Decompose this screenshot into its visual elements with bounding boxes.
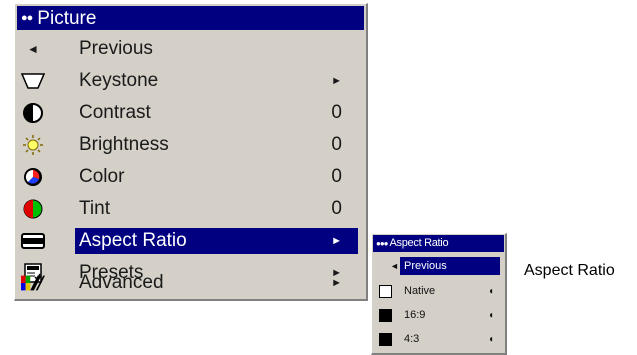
radio-icon[interactable]: ◖ — [488, 280, 494, 303]
menu-item-label: Advanced — [79, 272, 164, 293]
menu-item-keystone[interactable]: Keystone ► — [17, 66, 364, 96]
menu-item-previous[interactable]: ◄ Previous — [17, 34, 364, 64]
submenu-item-label: 16:9 — [404, 309, 426, 321]
menu-title: ●● Picture — [17, 6, 364, 30]
menu-item-label: Color — [79, 166, 125, 187]
menu-item-label: Brightness — [79, 134, 169, 155]
submenu-dots-icon: ●●● — [376, 239, 388, 248]
submenu-arrow-icon: ► — [331, 277, 342, 289]
submenu-item-label: Native — [404, 285, 436, 297]
menu-item-label: Tint — [79, 198, 110, 219]
keystone-icon — [21, 70, 45, 92]
picture-menu: ●● Picture ◄ Previous Keystone ► Contrast… — [14, 3, 368, 301]
menu-item-aspect-ratio[interactable]: Aspect Ratio ► — [17, 226, 364, 256]
figure-caption: Aspect Ratio — [524, 262, 615, 279]
submenu-title-text: Aspect Ratio — [389, 237, 449, 249]
menu-item-label: Contrast — [79, 102, 151, 123]
contrast-value: 0 — [331, 102, 342, 123]
contrast-icon — [21, 102, 45, 124]
radio-icon[interactable]: ◖ — [488, 304, 494, 327]
menu-item-advanced[interactable]: Advanced ► — [17, 268, 364, 298]
submenu-arrow-icon: ► — [331, 235, 342, 247]
screen-icon — [21, 230, 45, 252]
sun-icon — [21, 134, 45, 156]
menu-item-label: Previous — [79, 38, 153, 59]
menu-item-tint[interactable]: Tint 0 — [17, 194, 364, 224]
advanced-icon — [21, 272, 45, 294]
color-wheel-icon — [21, 166, 45, 188]
left-arrow-icon: ◄ — [27, 42, 39, 56]
submenu-title: ●●● Aspect Ratio — [373, 235, 504, 252]
submenu-item-4-3[interactable]: 4:3 ◖ — [374, 328, 504, 351]
submenu-item-label: Previous — [400, 257, 500, 275]
aspect-ratio-submenu: ●●● Aspect Ratio ◄ Previous Native ◖ 16:9… — [371, 233, 507, 355]
menu-item-contrast[interactable]: Contrast 0 — [17, 98, 364, 128]
wide-screen-icon — [379, 309, 392, 322]
menu-title-text: Picture — [37, 8, 97, 29]
tint-value: 0 — [331, 198, 342, 219]
submenu-item-previous[interactable]: ◄ Previous — [374, 255, 504, 278]
menu-item-label: Keystone — [79, 70, 159, 91]
tint-icon — [21, 198, 45, 220]
submenu-arrow-icon: ► — [331, 75, 342, 87]
menu-item-brightness[interactable]: Brightness 0 — [17, 130, 364, 160]
menu-dots-icon: ●● — [21, 12, 33, 24]
brightness-value: 0 — [331, 134, 342, 155]
submenu-item-label: 4:3 — [404, 333, 420, 345]
standard-screen-icon — [379, 333, 392, 346]
menu-item-color[interactable]: Color 0 — [17, 162, 364, 192]
color-value: 0 — [331, 166, 342, 187]
native-icon — [379, 285, 392, 298]
radio-icon[interactable]: ◖ — [488, 328, 494, 351]
submenu-item-native[interactable]: Native ◖ — [374, 280, 504, 303]
menu-item-label: Aspect Ratio — [75, 228, 358, 254]
submenu-item-16-9[interactable]: 16:9 ◖ — [374, 304, 504, 327]
